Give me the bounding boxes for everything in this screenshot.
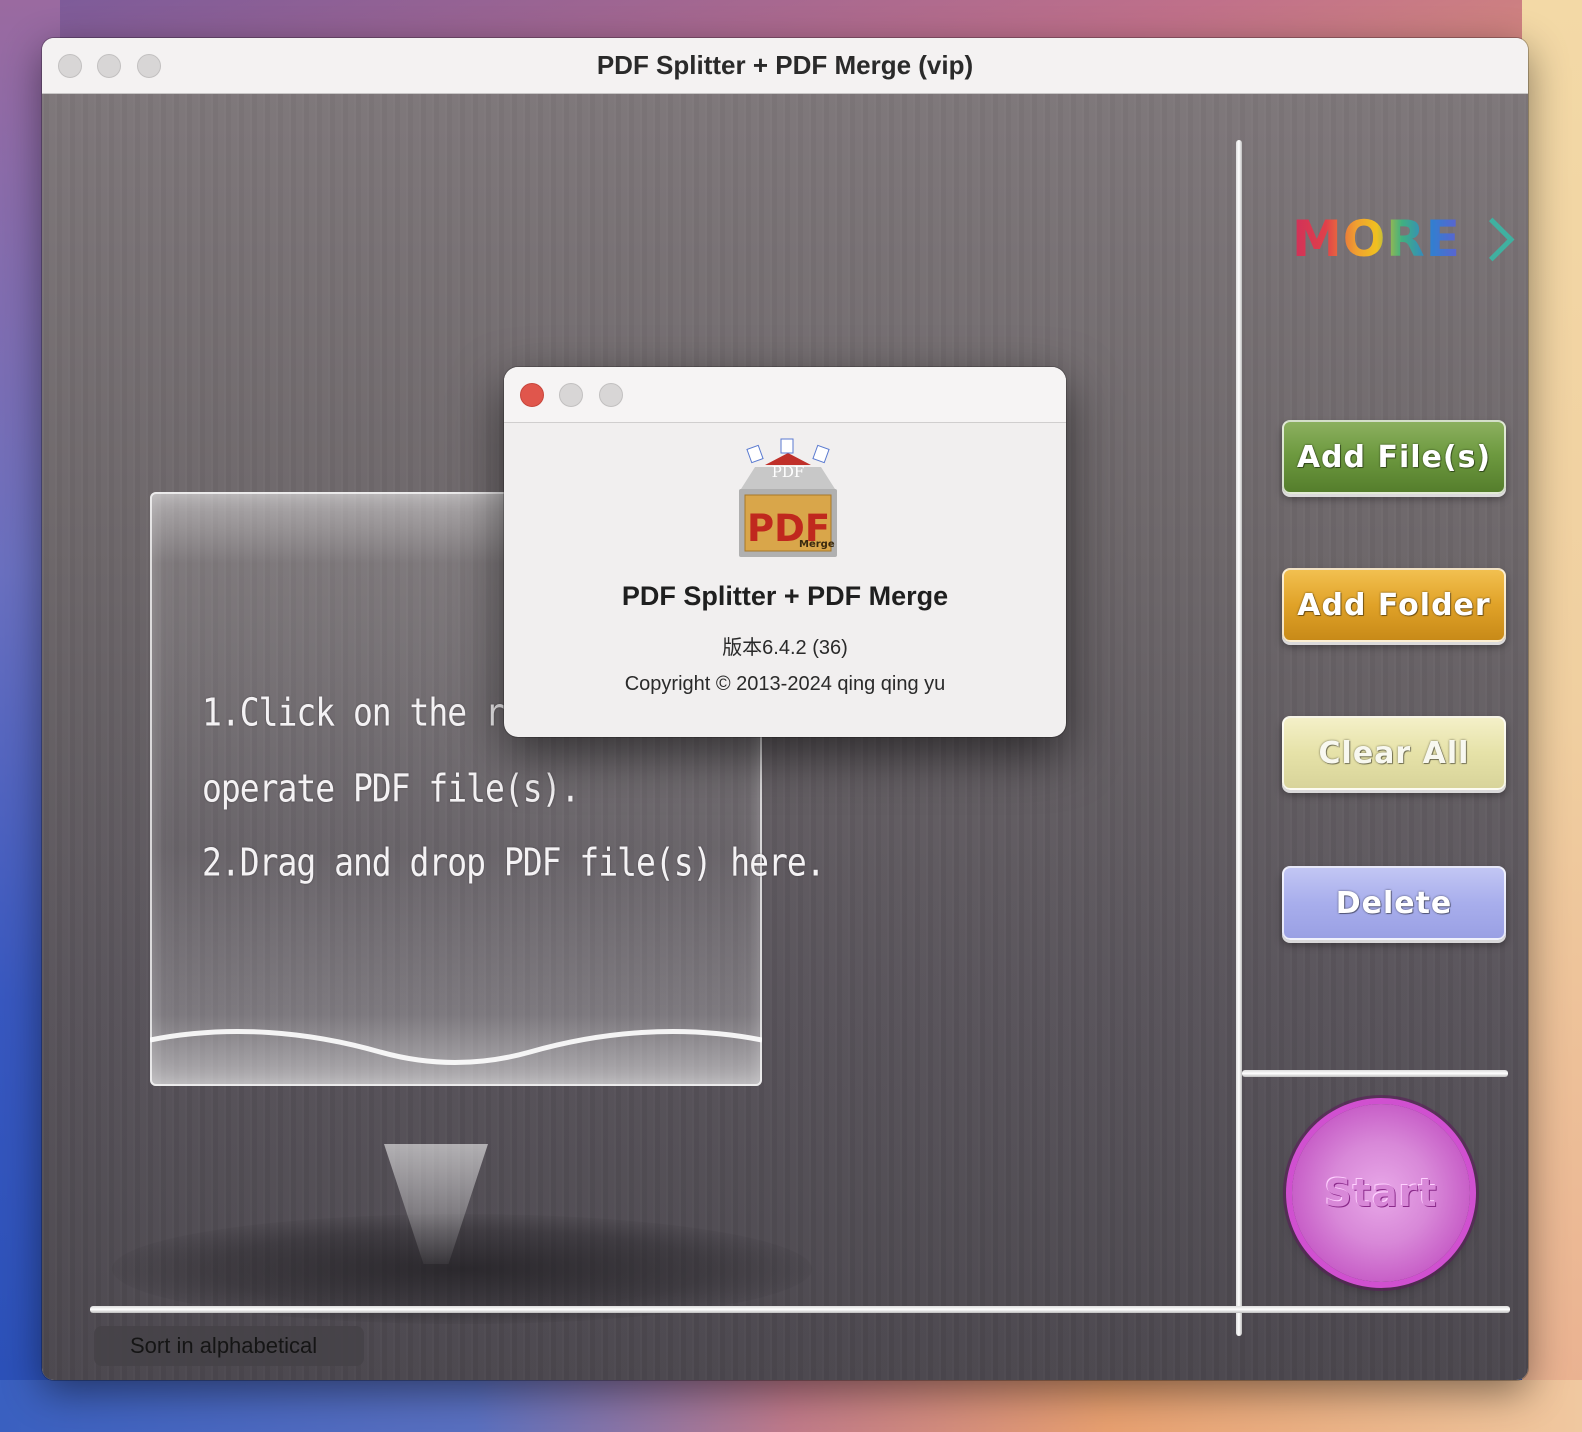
about-version: 版本6.4.2 (36): [722, 637, 848, 659]
sort-option[interactable]: Sort in alphabetical: [94, 1326, 364, 1366]
clear-all-button[interactable]: Clear All: [1282, 716, 1506, 790]
window-titlebar[interactable]: PDF Splitter + PDF Merge (vip): [42, 38, 1528, 94]
start-label: Start: [1324, 1171, 1438, 1215]
more-button[interactable]: MORE: [1292, 206, 1515, 272]
guide-line-3: 2.Drag and drop PDF file(s) here.: [202, 840, 826, 885]
about-minimize-button[interactable]: [559, 383, 583, 407]
sort-label: Sort in alphabetical: [130, 1333, 318, 1358]
app-icon: PDF PDF Merge: [739, 438, 837, 557]
add-files-button[interactable]: Add File(s): [1282, 420, 1506, 494]
window-title: PDF Splitter + PDF Merge (vip): [596, 50, 974, 80]
desktop-background-bottom: [0, 1380, 1582, 1432]
chevron-right-icon: [1470, 217, 1515, 261]
about-dialog: PDF PDF Merge PDF Splitter + PDF Merge 版…: [504, 367, 1066, 737]
add-folder-button[interactable]: Add Folder: [1282, 568, 1506, 642]
about-copyright: Copyright © 2013-2024 qing qing yu: [624, 673, 946, 695]
guide-line-2: operate PDF file(s).: [202, 766, 580, 811]
app-icon-sub-text: Merge: [799, 539, 835, 550]
about-zoom-button[interactable]: [599, 383, 623, 407]
about-titlebar[interactable]: [504, 367, 1066, 423]
more-label: MORE: [1292, 210, 1461, 268]
bottom-divider: [90, 1306, 1510, 1313]
about-app-name: PDF Splitter + PDF Merge: [621, 581, 949, 611]
about-close-button[interactable]: [520, 383, 544, 407]
sidebar-divider: [1242, 1070, 1508, 1077]
app-icon-top-text: PDF: [772, 463, 805, 481]
vertical-divider: [1236, 140, 1242, 1336]
start-button[interactable]: Start: [1292, 1104, 1470, 1282]
desktop-background-right: [1522, 0, 1582, 1432]
delete-button[interactable]: Delete: [1282, 866, 1506, 940]
panel-wave-decoration: [150, 1028, 762, 1065]
main-content: 1.Click on the righ operate PDF file(s).…: [42, 94, 1528, 1380]
